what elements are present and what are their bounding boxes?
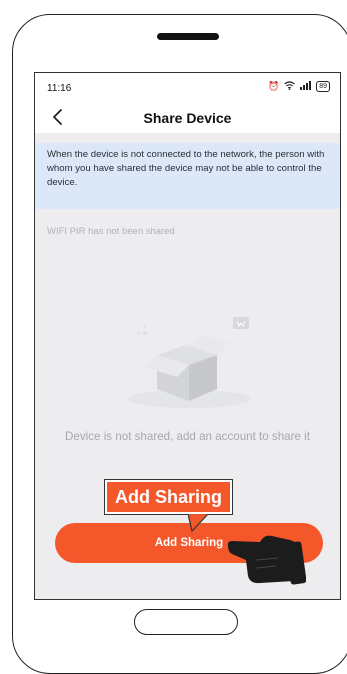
alarm-icon: ⏰ <box>267 81 280 91</box>
empty-state-text: Device is not shared, add an account to … <box>65 430 310 443</box>
callout-tail <box>188 514 208 532</box>
signal-icon <box>300 81 312 92</box>
network-notice: When the device is not connected to the … <box>35 143 340 209</box>
status-time: 11:16 <box>47 83 72 94</box>
empty-box-icon <box>127 317 251 408</box>
nav-bar: Share Device <box>35 103 340 133</box>
phone-speaker <box>157 33 219 40</box>
battery-icon: 89 <box>316 81 330 92</box>
pointing-hand-icon <box>227 535 306 585</box>
wifi-icon <box>284 81 296 92</box>
add-sharing-callout: Add Sharing <box>104 479 233 515</box>
page-title: Share Device <box>143 110 232 126</box>
status-icons: ⏰ 89 <box>268 81 330 92</box>
status-bar: 11:16 ⏰ 89 <box>35 73 340 103</box>
home-button[interactable] <box>134 609 238 635</box>
share-status-text: WIFI PIR has not been shared <box>47 226 175 237</box>
